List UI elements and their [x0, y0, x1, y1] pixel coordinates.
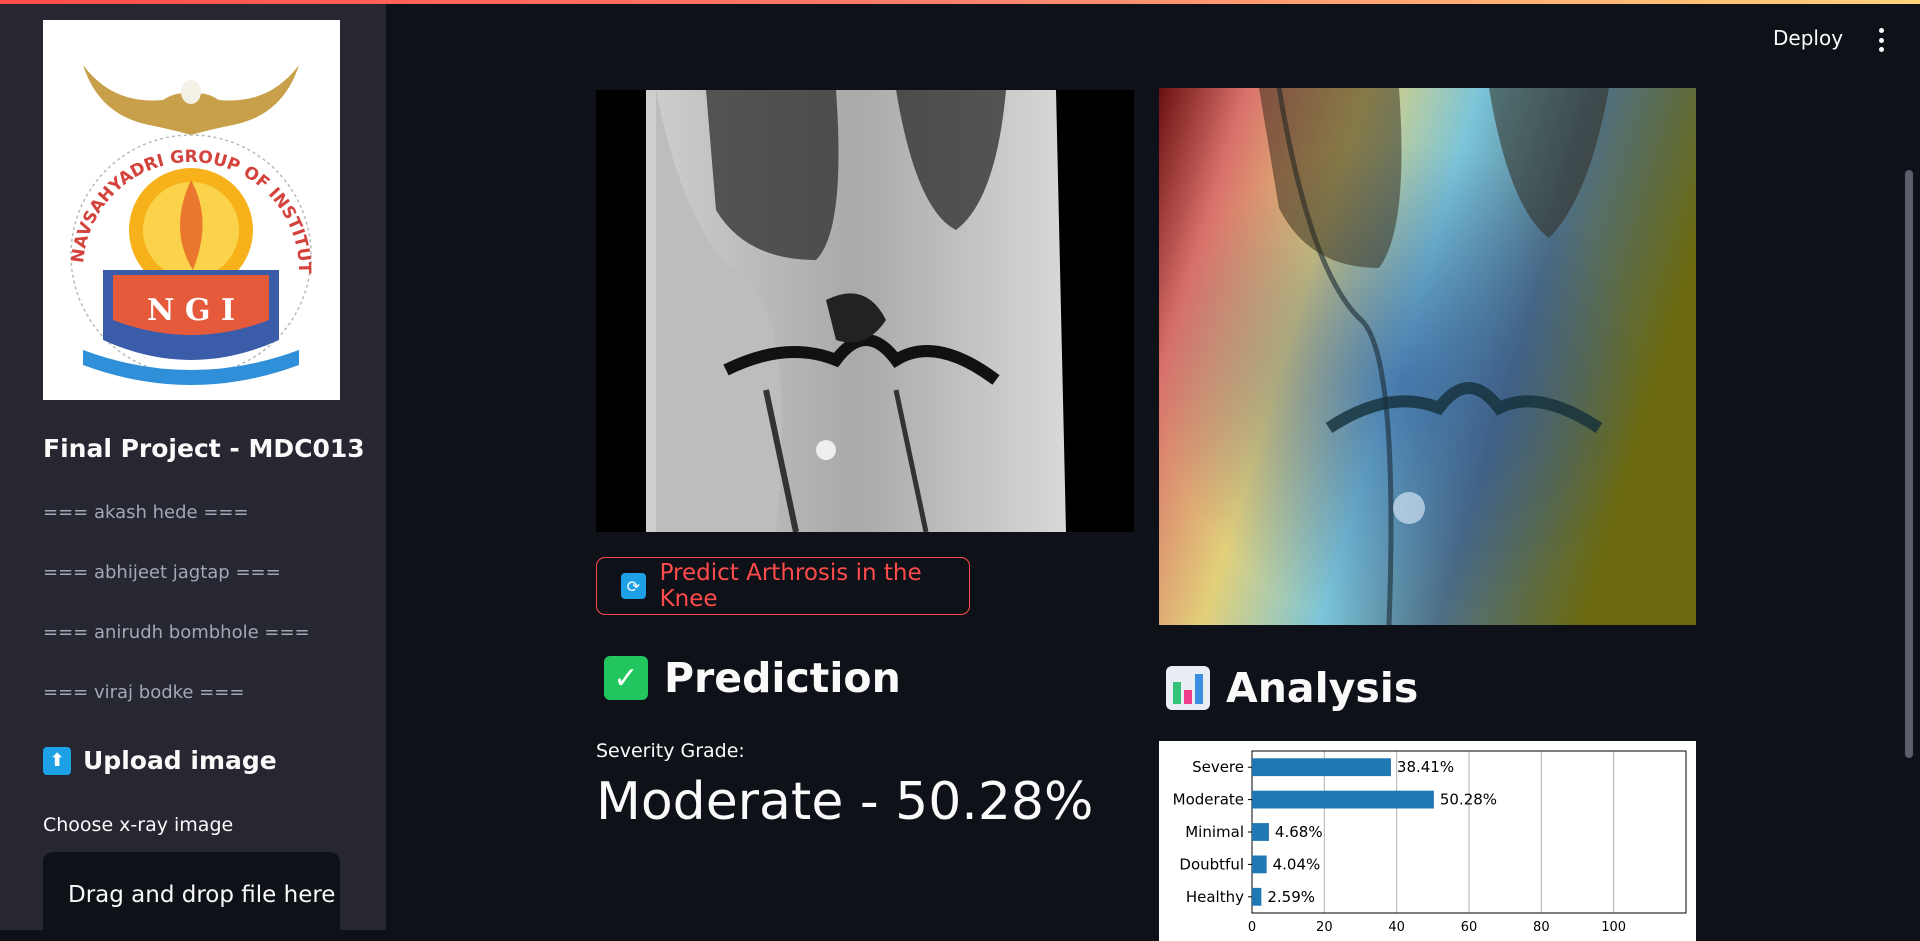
- x-tick-label: 0: [1248, 920, 1256, 935]
- severity-value: Moderate - 50.28%: [596, 772, 1094, 832]
- category-label: Minimal: [1185, 823, 1244, 841]
- bar-doubtful: [1252, 855, 1267, 874]
- x-tick-label: 80: [1533, 920, 1550, 935]
- upload-heading: ⬆ Upload image: [43, 746, 277, 775]
- dropzone-text: Drag and drop file here: [68, 882, 336, 908]
- x-tick-label: 60: [1461, 920, 1478, 935]
- bar-minimal: [1252, 823, 1269, 841]
- deploy-button[interactable]: Deploy: [1773, 26, 1843, 50]
- bar-severe: [1252, 758, 1391, 777]
- predict-button[interactable]: ⟳ Predict Arthrosis in the Knee: [596, 557, 970, 615]
- kebab-menu-icon[interactable]: [1876, 28, 1886, 52]
- x-tick-label: 100: [1601, 920, 1626, 935]
- prediction-heading-text: Prediction: [664, 654, 901, 702]
- predict-button-label: Predict Arthrosis in the Knee: [659, 560, 922, 612]
- mri-input-image: [596, 90, 1134, 532]
- file-dropzone[interactable]: Drag and drop file here: [43, 852, 340, 930]
- member-3: === anirudh bombhole ===: [43, 622, 310, 643]
- value-label: 4.68%: [1275, 823, 1323, 841]
- prediction-heading: ✓ Prediction: [604, 654, 901, 702]
- category-label: Doubtful: [1179, 855, 1244, 873]
- upload-heading-text: Upload image: [83, 746, 277, 775]
- sidebar: NAVSAHYADRI GROUP OF INSTITUTIONS, PUNE …: [0, 0, 386, 930]
- check-mark-icon: ✓: [604, 656, 648, 700]
- value-label: 50.28%: [1440, 791, 1497, 809]
- analysis-heading: Analysis: [1166, 664, 1418, 712]
- scrollbar[interactable]: [1905, 170, 1913, 758]
- bar-moderate: [1252, 790, 1434, 809]
- severity-bar-chart: 0 20 40 60 80 100 Severe 38.41% Moderate 50.28% Mi…: [1159, 741, 1696, 941]
- bar-healthy: [1252, 887, 1262, 906]
- value-label: 2.59%: [1267, 888, 1315, 906]
- x-tick-label: 20: [1316, 920, 1333, 935]
- member-2: === abhijeet jagtap ===: [43, 562, 281, 583]
- severity-label: Severity Grade:: [596, 740, 745, 762]
- refresh-icon: ⟳: [621, 573, 646, 599]
- member-4: === viraj bodke ===: [43, 682, 245, 703]
- member-1: === akash hede ===: [43, 502, 249, 523]
- analysis-heading-text: Analysis: [1226, 664, 1419, 712]
- category-label: Healthy: [1186, 888, 1244, 906]
- category-label: Severe: [1192, 758, 1244, 776]
- top-accent-bar: [0, 0, 1920, 4]
- category-label: Moderate: [1173, 791, 1244, 809]
- choose-file-label: Choose x-ray image: [43, 814, 234, 836]
- value-label: 38.41%: [1397, 758, 1454, 776]
- logo-letters: N G I: [147, 293, 235, 328]
- up-arrow-icon: ⬆: [43, 746, 71, 775]
- x-tick-label: 40: [1388, 920, 1405, 935]
- value-label: 4.04%: [1273, 855, 1321, 873]
- bar-chart-icon: [1166, 666, 1210, 710]
- institution-logo: NAVSAHYADRI GROUP OF INSTITUTIONS, PUNE …: [43, 20, 340, 400]
- project-title: Final Project - MDC013: [43, 434, 365, 463]
- gradcam-heatmap-image: [1159, 88, 1696, 625]
